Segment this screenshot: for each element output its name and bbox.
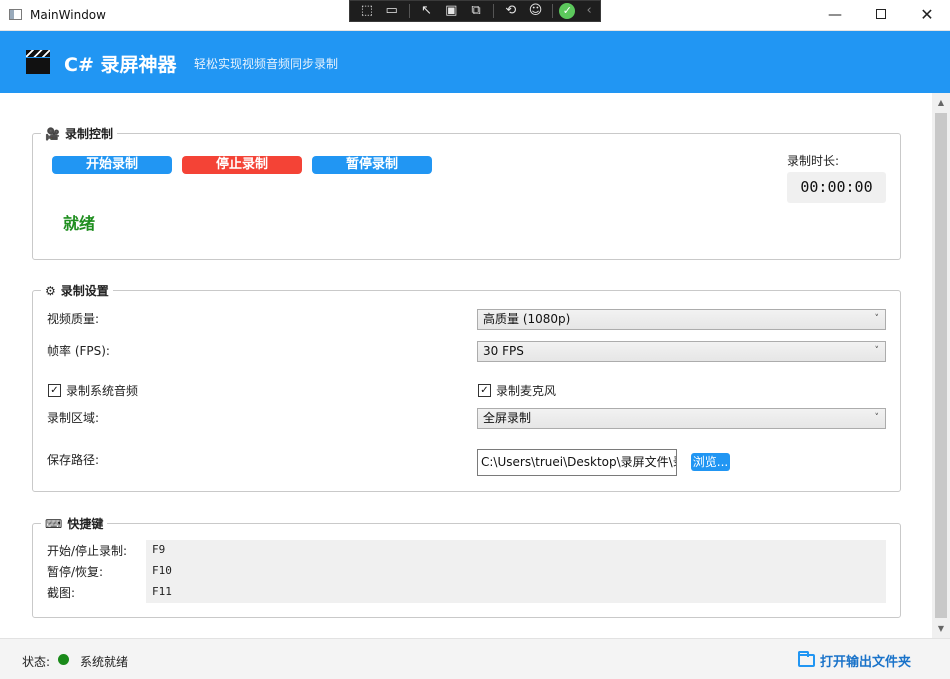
scroll-thumb[interactable] — [935, 113, 947, 618]
video-icon[interactable]: ▭ — [381, 2, 403, 20]
stop-recording-button[interactable]: 停止录制 — [182, 156, 302, 174]
group-legend: ⌨ 快捷键 — [41, 515, 108, 532]
title-bar: MainWindow ⬚ ▭ ↖ ▣ ⧉ ⟲ ☺ ✓ ‹ — ✕ — [0, 0, 950, 31]
fps-select[interactable]: 30 FPS ˅ — [477, 341, 886, 362]
toolbar-separator — [552, 4, 554, 18]
microphone-checkbox[interactable]: ✓ 录制麦克风 — [478, 382, 556, 399]
region-value: 全屏录制 — [483, 411, 532, 425]
save-path-input[interactable]: C:\Users\truei\Desktop\录屏文件\录 — [477, 449, 677, 476]
hotkeys-panel — [146, 540, 886, 603]
close-button[interactable]: ✕ — [904, 0, 950, 31]
pointer-icon[interactable]: ↖ — [416, 2, 438, 20]
window-icon — [9, 9, 22, 20]
fps-label: 帧率 (FPS): — [47, 344, 110, 358]
system-audio-label: 录制系统音频 — [66, 384, 139, 398]
group-title: 快捷键 — [67, 517, 104, 531]
region-label: 录制区域: — [47, 411, 100, 425]
duration-display: 00:00:00 — [787, 172, 886, 203]
status-text: 系统就绪 — [80, 655, 129, 669]
status-label: 状态: — [22, 655, 51, 669]
window-title: MainWindow — [30, 8, 106, 22]
chevron-down-icon: ˅ — [874, 314, 880, 324]
browse-button[interactable]: 浏览... — [691, 453, 730, 471]
scroll-down-icon[interactable]: ▼ — [932, 621, 950, 637]
microphone-label: 录制麦克风 — [496, 384, 557, 398]
display-layout-icon[interactable]: ⧉ — [465, 2, 487, 20]
open-folder-label: 打开输出文件夹 — [820, 654, 912, 670]
group-title: 录制设置 — [60, 284, 109, 298]
minimize-button[interactable]: — — [812, 0, 858, 31]
keyboard-icon: ⌨ — [45, 516, 63, 531]
chevron-down-icon: ˅ — [874, 346, 880, 356]
region-select[interactable]: 全屏录制 ˅ — [477, 408, 886, 429]
maximize-icon — [876, 9, 886, 19]
main-content: 🎥 录制控制 开始录制 停止录制 暂停录制 就绪 录制时长: 00:00:00 … — [0, 93, 932, 638]
hotkeys-group: ⌨ 快捷键 开始/停止录制: F9 暂停/恢复: F10 截图: F11 — [32, 515, 901, 618]
collapse-icon[interactable]: ‹ — [578, 2, 600, 20]
recording-status-text: 就绪 — [63, 214, 96, 233]
start-recording-button[interactable]: 开始录制 — [52, 156, 172, 174]
hotkey-label: 开始/停止录制: — [47, 544, 128, 558]
video-quality-value: 高质量 (1080p) — [483, 312, 571, 326]
rect-select-icon[interactable]: ▣ — [440, 2, 462, 20]
status-bar: 状态: 系统就绪 打开输出文件夹 — [0, 638, 950, 679]
accessibility-icon[interactable]: ☺ — [525, 2, 547, 20]
camera-icon: 🎥 — [45, 126, 60, 141]
recording-control-group: 🎥 录制控制 开始录制 停止录制 暂停录制 就绪 录制时长: 00:00:00 — [32, 125, 901, 260]
app-header: C# 录屏神器 轻松实现视频音频同步录制 — [0, 31, 950, 93]
clapperboard-icon — [26, 50, 50, 74]
hotkey-value: F9 — [152, 543, 166, 556]
group-legend: ⚙ 录制设置 — [41, 282, 113, 299]
hotkey-value: F10 — [152, 564, 172, 577]
scroll-up-icon[interactable]: ▲ — [932, 95, 950, 111]
recording-settings-group: ⚙ 录制设置 视频质量: 高质量 (1080p) ˅ 帧率 (FPS): 30 … — [32, 282, 901, 492]
fps-value: 30 FPS — [483, 344, 524, 358]
app-title: C# 录屏神器 — [64, 54, 177, 76]
hotkey-label: 暂停/恢复: — [47, 565, 104, 579]
video-quality-label: 视频质量: — [47, 312, 100, 326]
debug-toolbar: ⬚ ▭ ↖ ▣ ⧉ ⟲ ☺ ✓ ‹ — [349, 0, 601, 22]
save-path-label: 保存路径: — [47, 453, 100, 467]
group-title: 录制控制 — [64, 127, 113, 141]
chevron-down-icon: ˅ — [874, 413, 880, 423]
vertical-scrollbar[interactable]: ▲ ▼ — [932, 93, 950, 638]
group-legend: 🎥 录制控制 — [41, 125, 117, 142]
select-element-icon[interactable]: ⬚ — [356, 2, 378, 20]
video-quality-select[interactable]: 高质量 (1080p) ˅ — [477, 309, 886, 330]
hotkey-value: F11 — [152, 585, 172, 598]
app-tagline: 轻松实现视频音频同步录制 — [194, 57, 339, 71]
gear-icon: ⚙ — [45, 283, 56, 298]
open-output-folder-button[interactable]: 打开输出文件夹 — [798, 650, 911, 670]
folder-icon — [798, 650, 815, 667]
hotkey-label: 截图: — [47, 586, 76, 600]
maximize-button[interactable] — [858, 0, 904, 31]
status-indicator-icon — [58, 654, 69, 665]
hot-reload-icon[interactable]: ⟲ — [500, 2, 522, 20]
check-icon[interactable]: ✓ — [559, 3, 576, 19]
toolbar-separator — [408, 4, 410, 18]
pause-recording-button[interactable]: 暂停录制 — [312, 156, 432, 174]
system-audio-checkbox[interactable]: ✓ 录制系统音频 — [48, 382, 138, 399]
toolbar-separator — [492, 4, 494, 18]
checkbox-check-icon: ✓ — [48, 384, 61, 397]
checkbox-check-icon: ✓ — [478, 384, 491, 397]
duration-label: 录制时长: — [787, 154, 840, 168]
